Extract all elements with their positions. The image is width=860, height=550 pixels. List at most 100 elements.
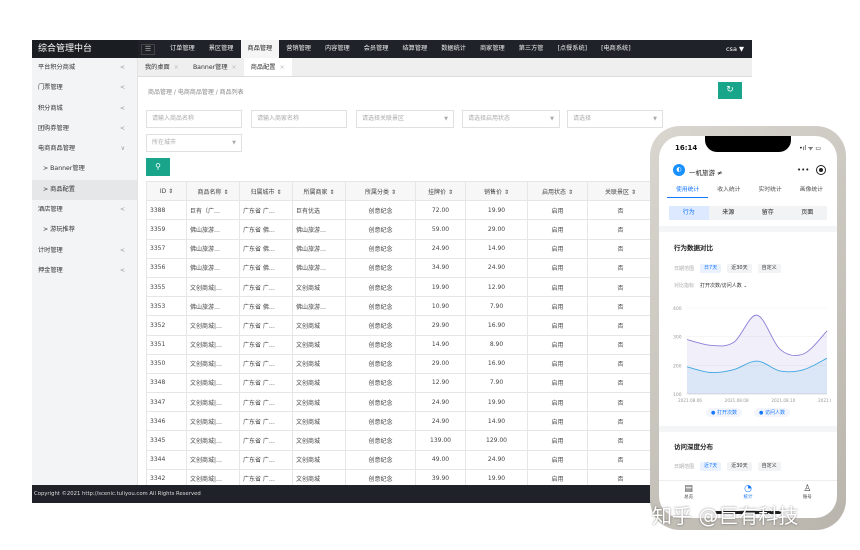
close-icon[interactable]: × (232, 64, 237, 71)
chip-custom-2[interactable]: 自定义 (757, 462, 781, 471)
table-row[interactable]: 3346 文创商城|… 广东省 广… 文创商城 创意纪念 24.90 14.90 启用否 (146, 411, 654, 432)
chip-custom[interactable]: 自定义 (757, 264, 781, 273)
chip-7days[interactable]: 日7天 (700, 264, 722, 273)
column-header-3[interactable]: 所属商家 ⇕ (292, 180, 346, 202)
table-cell: 启用 (527, 276, 588, 298)
stats-tab-0[interactable]: 使用统计 (667, 184, 709, 198)
column-header-5[interactable]: 挂牌价 ⇕ (415, 180, 466, 202)
sidebar-item-5[interactable]: > Banner管理 (32, 159, 137, 179)
table-row[interactable]: 3347 文创商城|… 广东省 广… 文创商城 创意纪念 24.90 19.90 启用否 (146, 392, 654, 413)
table-row[interactable]: 3359 佛山旅游… 广东省 佛… 佛山旅游… 创意纪念 59.00 29.00 启用否 (146, 219, 654, 240)
table-row[interactable]: 3348 文创商城|… 广东省 广… 文创商城 创意纪念 12.90 7.90 启用否 (146, 372, 654, 394)
main-nav: 订单管理 景区管理 商品管理 营销管理 内容管理 会员管理 结算管理 数据统计 商家管理 第三方管… (163, 40, 638, 58)
sidebar-item-6[interactable]: > 商品配置 (32, 179, 137, 201)
nav-item-5[interactable]: 会员管理 (357, 40, 396, 58)
table-row[interactable]: 3388 巨有（广… 广东省 广… 巨有优选 创意纪念 72.00 19.90 启用否 (146, 200, 654, 221)
table-cell: 启用 (527, 449, 588, 470)
table-cell: 广东省 广… (239, 449, 293, 470)
column-header-6[interactable]: 销售价 ⇕ (465, 180, 528, 202)
table-row[interactable]: 3355 文创商城|… 广东省 广… 文创商城 创意纪念 19.90 12.90 启用否 (146, 276, 654, 298)
app-name[interactable]: 一机旅游 ≠ (689, 167, 723, 177)
chevron-icon: < (119, 266, 125, 274)
indicator-select[interactable]: 打开次数/访问人数 ⌄ (700, 282, 747, 289)
sidebar-item-3[interactable]: 团购券管理 < (32, 119, 137, 139)
sidebar-item-8[interactable]: > 游玩推荐 (32, 220, 137, 240)
tab-2[interactable]: 商品配置 × (243, 58, 292, 76)
chevron-icon: < (119, 104, 125, 112)
nav-item-6[interactable]: 结算管理 (396, 40, 435, 58)
stats-tab-1[interactable]: 收入统计 (708, 184, 749, 198)
column-header-1[interactable]: 商品名称 ⇕ (186, 180, 240, 202)
generic-select[interactable]: 请选择 ▼ (567, 110, 663, 128)
nav-item-9[interactable]: 第三方管 (512, 40, 551, 58)
column-header-0[interactable]: ID ⇕ (146, 180, 187, 202)
nav-item-2[interactable]: 商品管理 (240, 40, 280, 58)
nav-item-10[interactable]: [点餐系统] (551, 40, 595, 58)
nav-item-0[interactable]: 订单管理 (163, 40, 202, 58)
table-cell: 广东省 佛… (239, 257, 293, 278)
user-menu[interactable]: csa ▼ (726, 40, 744, 58)
chip-30days[interactable]: 近30天 (727, 264, 752, 273)
table-row[interactable]: 3351 文创商城|… 广东省 广… 文创商城 创意纪念 14.90 8.90 启用否 (146, 334, 654, 355)
merchant-name-input[interactable]: 请输入商家名称 (251, 110, 347, 128)
close-capsule-icon[interactable] (816, 165, 826, 175)
close-icon[interactable]: × (174, 64, 179, 71)
legend-visitors[interactable]: ● 访问人数 (754, 408, 790, 417)
column-header-7[interactable]: 启用状态 ⇕ (527, 180, 588, 202)
column-header-4[interactable]: 所属分类 ⇕ (345, 180, 416, 202)
table-cell: 7.90 (465, 296, 528, 317)
table-row[interactable]: 3344 文创商城|… 广东省 广… 文创商城 创意纪念 49.00 24.90 启用否 (146, 449, 654, 470)
table-row[interactable]: 3356 佛山旅游… 广东省 佛… 佛山旅游… 创意纪念 34.90 24.90 启用否 (146, 257, 654, 278)
stats-tab-3[interactable]: 画像统计 (791, 184, 832, 198)
scenic-select[interactable]: 请选择关联景区 ▼ (356, 110, 454, 128)
search-button[interactable]: ⚲ (146, 158, 170, 176)
city-select[interactable]: 所在城市 ▼ (146, 134, 242, 152)
sidebar-item-0[interactable]: 平台积分商城 < (32, 58, 137, 78)
chip-30days-2[interactable]: 近30天 (727, 462, 752, 471)
nav-item-3[interactable]: 营销管理 (279, 40, 318, 58)
status-time: 16:14 (675, 144, 698, 152)
product-name-input[interactable]: 请输入商品名称 (146, 110, 242, 128)
city-select-placeholder: 所在城市 (152, 139, 177, 146)
sidebar-item-4[interactable]: 电商商品管理 ∨ (32, 139, 137, 159)
table-cell: 否 (587, 200, 654, 221)
column-header-2[interactable]: 归属城市 ⇕ (239, 180, 293, 202)
sidebar-item-7[interactable]: 酒店管理 < (32, 200, 137, 220)
table-row[interactable]: 3357 佛山旅游… 广东省 佛… 佛山旅游… 创意纪念 24.90 14.90 启用否 (146, 238, 654, 259)
sidebar-item-2[interactable]: 积分商城 < (32, 99, 137, 119)
date-range-row: 日期范围 日7天 近30天 自定义 (674, 264, 781, 273)
table-row[interactable]: 3350 文创商城|… 广东省 广… 文创商城 创意纪念 29.00 16.90 启用否 (146, 353, 654, 374)
close-icon[interactable]: × (279, 64, 284, 71)
sidebar-item-1[interactable]: 门票管理 < (32, 78, 137, 98)
table-body: 3388 巨有（广… 广东省 广… 巨有优选 创意纪念 72.00 19.90 启用否 3359… (146, 200, 654, 490)
status-select[interactable]: 请选择启用状态 ▼ (462, 110, 560, 128)
table-cell: 3388 (146, 200, 187, 221)
sidebar-item-10[interactable]: 押金管理 < (32, 261, 137, 281)
nav-item-4[interactable]: 内容管理 (318, 40, 357, 58)
table-row[interactable]: 3345 文创商城|… 广东省 广… 文创商城 创意纪念 139.00 129.00 启用否 (146, 430, 654, 451)
nav-item-8[interactable]: 商家管理 (473, 40, 512, 58)
tab-1[interactable]: Banner管理 × (186, 58, 244, 76)
segment-2[interactable]: 留存 (748, 206, 788, 220)
nav-item-1[interactable]: 景区管理 (202, 40, 241, 58)
column-header-8[interactable]: 关联景区 ⇕ (587, 180, 654, 202)
sidebar-item-label: 电商商品管理 (38, 145, 76, 153)
segment-3[interactable]: 页面 (788, 206, 828, 220)
segment-1[interactable]: 来源 (709, 206, 749, 220)
more-icon[interactable]: ••• (797, 166, 809, 174)
nav-item-7[interactable]: 数据统计 (434, 40, 473, 58)
table-row[interactable]: 3353 佛山旅游… 广东省 佛… 佛山旅游… 创意纪念 10.90 7.90 启用否 (146, 296, 654, 317)
table-row[interactable]: 3352 文创商城|… 广东省 广… 文创商城 创意纪念 29.90 16.90 启用否 (146, 315, 654, 336)
legend-open-count[interactable]: ● 打开次数 (706, 408, 742, 417)
tab-0[interactable]: 我的桌面 × (138, 58, 186, 76)
stats-tab-2[interactable]: 实时统计 (750, 184, 791, 198)
chip-7days-2[interactable]: 近7天 (700, 462, 722, 471)
menu-toggle-icon[interactable]: ☰ (141, 43, 155, 55)
segment-0[interactable]: 行为 (669, 206, 709, 220)
nav-item-11[interactable]: [电商系统] (594, 40, 638, 58)
refresh-button[interactable]: ↻ (718, 82, 742, 99)
sidebar-item-9[interactable]: 计时管理 < (32, 241, 137, 261)
sidebar-item-label: 平台积分商城 (38, 64, 76, 71)
table-cell: 创意纪念 (345, 296, 416, 317)
table-cell: 24.90 (465, 449, 528, 470)
